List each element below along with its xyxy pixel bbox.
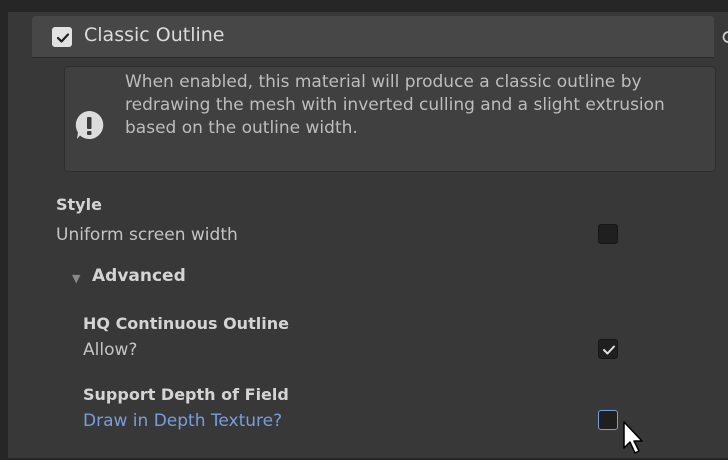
support-depth-of-field-heading: Support Depth of Field: [83, 385, 289, 404]
checkmark-icon: [56, 33, 70, 43]
reset-icon[interactable]: [720, 30, 728, 46]
triangle-down-icon: ▼: [72, 272, 81, 285]
inspector-panel: Classic Outline When enabled, this mater…: [8, 0, 728, 458]
uniform-screen-width-checkbox[interactable]: [598, 224, 618, 244]
top-strip: [8, 0, 728, 12]
draw-in-depth-texture-checkbox[interactable]: [598, 410, 618, 430]
hq-continuous-outline-heading: HQ Continuous Outline: [83, 314, 289, 333]
help-box: When enabled, this material will produce…: [64, 66, 716, 172]
allow-hq-outline-checkbox[interactable]: [598, 339, 618, 359]
checkmark-icon: [603, 345, 615, 355]
classic-outline-toggle[interactable]: [52, 27, 72, 47]
uniform-screen-width-label: Uniform screen width: [56, 225, 238, 245]
allow-label: Allow?: [83, 340, 138, 360]
style-heading: Style: [56, 195, 102, 214]
draw-in-depth-texture-label: Draw in Depth Texture?: [83, 411, 283, 431]
section-title: Classic Outline: [84, 24, 225, 46]
mouse-cursor-icon: [622, 420, 648, 456]
classic-outline-header[interactable]: Classic Outline: [32, 16, 714, 58]
info-warning-icon: [73, 109, 105, 141]
help-text: When enabled, this material will produce…: [125, 72, 665, 138]
advanced-label: Advanced: [92, 266, 186, 286]
